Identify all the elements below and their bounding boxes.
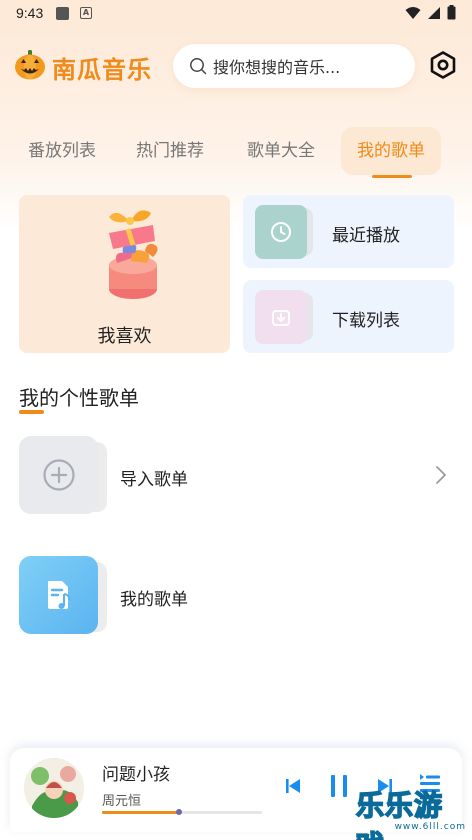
tab-bar: 番放列表 热门推荐 歌单大全 我的歌单 — [0, 127, 472, 183]
tab-play-list[interactable]: 番放列表 — [18, 127, 106, 175]
pumpkin-logo-icon — [15, 50, 45, 80]
recent-play-label: 最近播放 — [332, 226, 400, 246]
my-playlist-cover — [19, 556, 98, 634]
music-file-icon — [47, 581, 70, 609]
tab-playlist-collection[interactable]: 歌单大全 — [237, 127, 325, 175]
search-icon — [190, 58, 207, 75]
progress-thumb[interactable] — [175, 809, 182, 815]
notification-a-icon: A — [80, 7, 92, 19]
recent-play-icon-tile — [255, 205, 307, 259]
battery-icon — [447, 5, 456, 20]
site-watermark: 乐乐游戏 www.6lll.com — [355, 784, 472, 840]
my-playlist-row[interactable]: 我的歌单 — [19, 556, 459, 638]
album-cover[interactable] — [24, 758, 84, 818]
section-title: 我的个性歌单 — [19, 386, 139, 410]
status-bar: 9:43 A — [0, 0, 472, 28]
wifi-icon — [405, 6, 421, 19]
tab-my-playlists[interactable]: 我的歌单 — [341, 127, 441, 175]
favorites-card[interactable]: 我喜欢 — [19, 195, 230, 353]
add-circle-icon — [42, 459, 75, 491]
status-indicators — [405, 5, 456, 20]
settings-icon[interactable] — [428, 50, 458, 80]
signal-icon — [428, 6, 440, 19]
import-playlist-label: 导入歌单 — [120, 470, 188, 490]
notification-app-icon — [56, 7, 69, 20]
download-box-icon — [272, 310, 290, 326]
status-time: 9:43 — [16, 5, 44, 21]
chevron-right-icon — [436, 466, 446, 484]
progress-bar[interactable] — [102, 809, 262, 815]
album-art-icon — [24, 758, 84, 818]
download-icon-tile — [255, 290, 307, 344]
progress-fill — [102, 811, 179, 814]
search-input[interactable]: 搜你想搜的音乐... — [173, 44, 415, 88]
song-title: 问题小孩 — [102, 765, 170, 785]
recent-play-card[interactable]: 最近播放 — [243, 195, 454, 268]
app-title: 南瓜音乐 — [52, 56, 152, 84]
tab-hot-recommend[interactable]: 热门推荐 — [126, 127, 214, 175]
download-list-label: 下载列表 — [332, 311, 400, 331]
import-cover — [19, 436, 98, 514]
header: 南瓜音乐 搜你想搜的音乐... — [0, 40, 472, 94]
recent-play-icon-wrap — [255, 205, 313, 259]
search-placeholder: 搜你想搜的音乐... — [213, 58, 341, 77]
pause-icon[interactable] — [330, 774, 348, 798]
active-tab-indicator — [372, 175, 412, 178]
gift-box-hearts-icon — [109, 210, 158, 299]
section-title-underline — [19, 410, 44, 414]
import-playlist-row[interactable]: 导入歌单 — [19, 436, 459, 518]
watermark-url: www.6lll.com — [394, 822, 466, 832]
download-icon-wrap — [255, 290, 313, 344]
history-clock-icon — [271, 222, 291, 242]
previous-track-icon[interactable] — [286, 778, 300, 794]
favorites-label: 我喜欢 — [97, 326, 152, 347]
artist-name: 周元恒 — [102, 794, 142, 809]
download-list-card[interactable]: 下载列表 — [243, 280, 454, 353]
my-playlist-label: 我的歌单 — [120, 590, 188, 610]
